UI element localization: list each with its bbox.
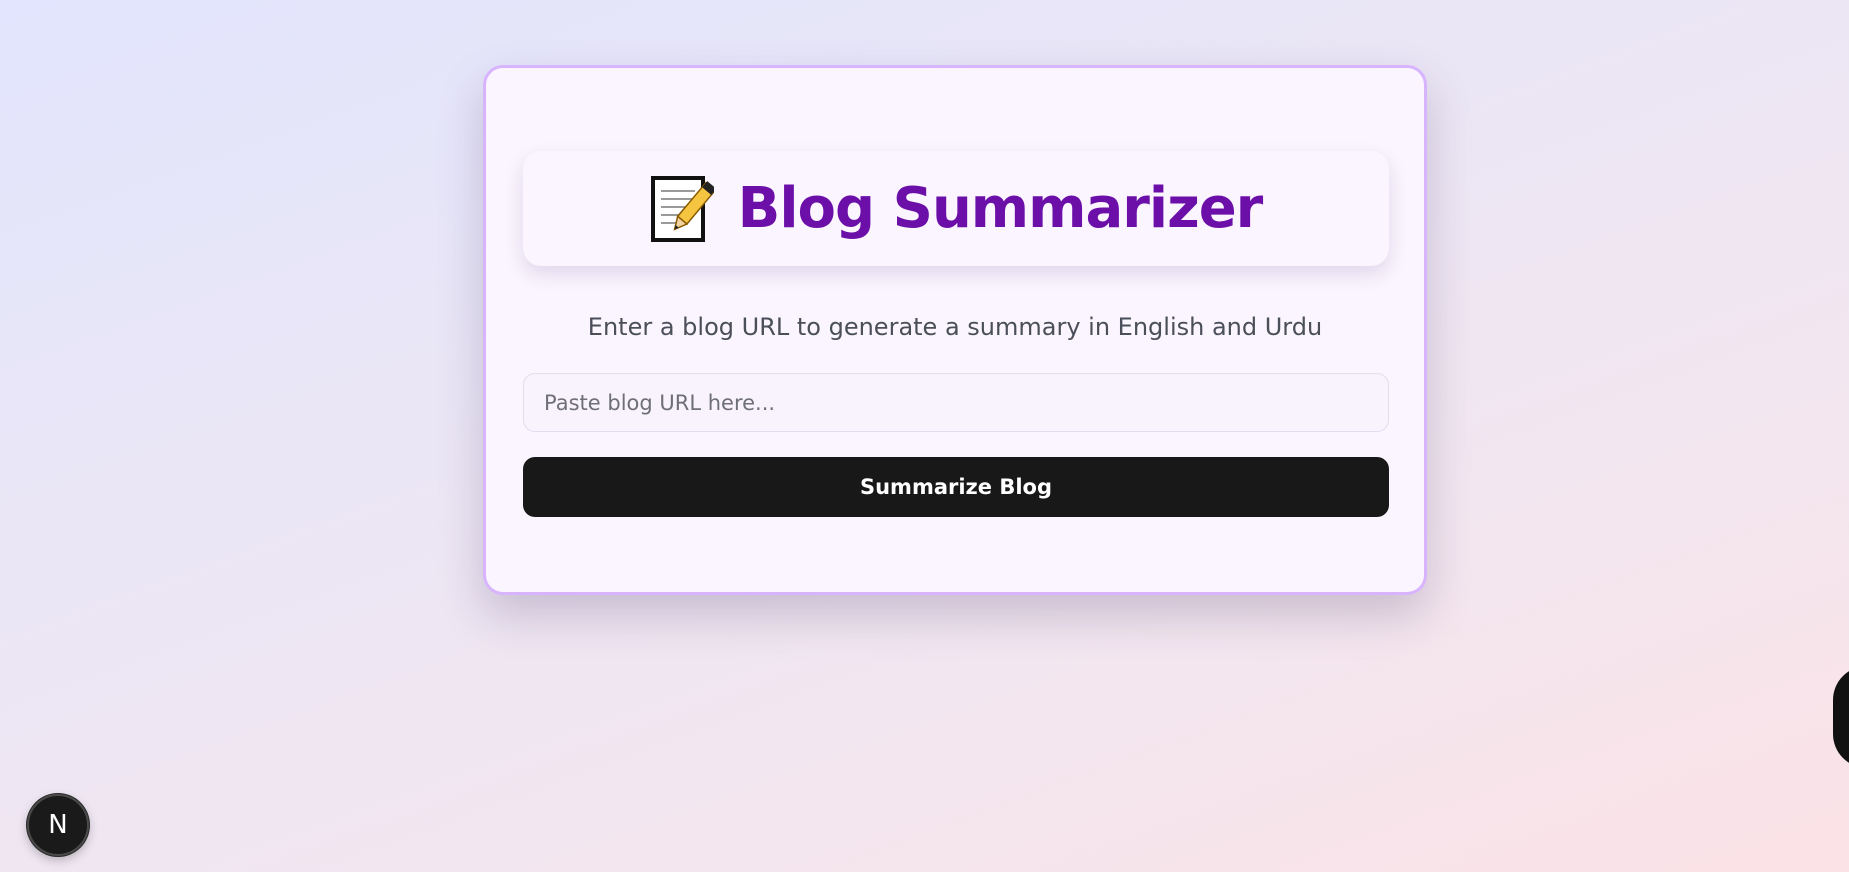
blog-url-input[interactable]: [523, 373, 1389, 432]
nextjs-dev-badge[interactable]: N: [27, 794, 89, 856]
summarizer-card: Blog Summarizer Enter a blog URL to gene…: [483, 65, 1427, 595]
instructions-text: Enter a blog URL to generate a summary i…: [587, 313, 1323, 341]
nextjs-logo-icon: N: [48, 810, 68, 840]
memo-pencil-icon: [650, 175, 717, 243]
summarize-blog-button[interactable]: Summarize Blog: [523, 457, 1389, 517]
title-panel: Blog Summarizer: [523, 151, 1389, 266]
page-title: Blog Summarizer: [737, 175, 1264, 241]
edge-floating-widget[interactable]: [1833, 666, 1849, 768]
